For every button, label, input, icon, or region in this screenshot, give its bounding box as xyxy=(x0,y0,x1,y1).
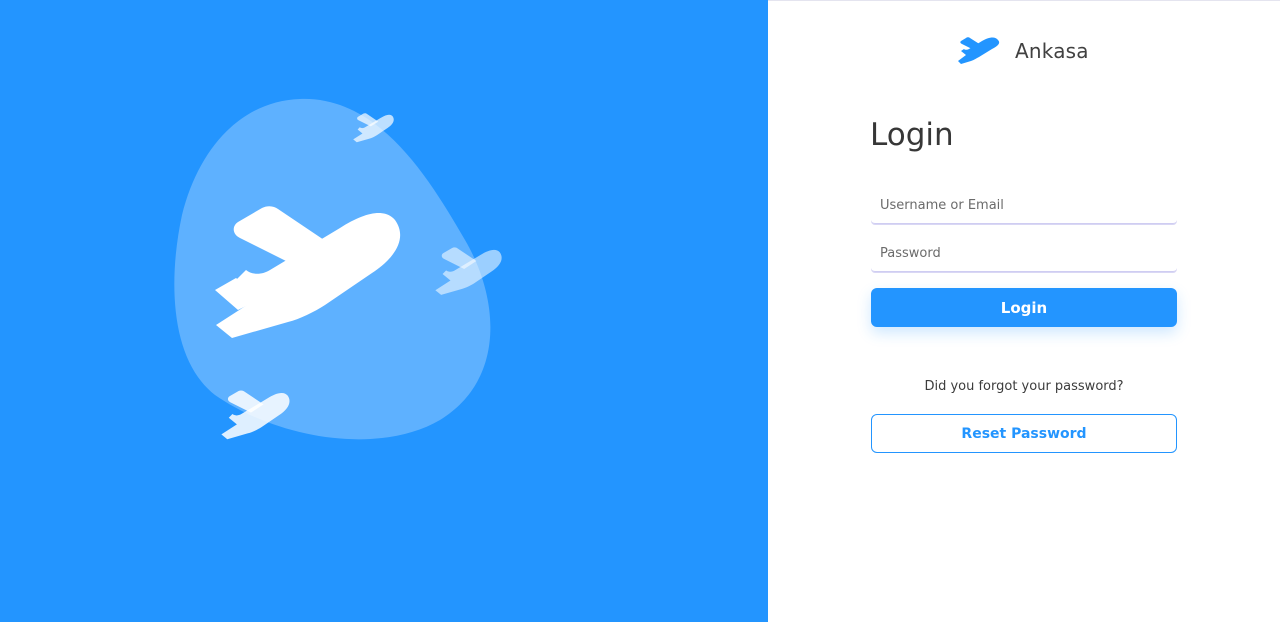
plane-icon xyxy=(958,37,1000,64)
brand-name: Ankasa xyxy=(1015,39,1089,63)
hero-artwork xyxy=(174,98,502,440)
login-page: Ankasa Login Login Did you forgot your p… xyxy=(0,0,1280,622)
brand: Ankasa xyxy=(957,35,1089,67)
login-button[interactable]: Login xyxy=(871,288,1177,327)
hero-illustration xyxy=(0,0,768,622)
password-input[interactable] xyxy=(871,236,1177,272)
forgot-password-text: Did you forgot your password? xyxy=(924,379,1124,394)
reset-password-button[interactable]: Reset Password xyxy=(871,414,1177,453)
login-panel: Ankasa Login Login Did you forgot your p… xyxy=(768,0,1280,622)
page-title: Login xyxy=(870,117,954,153)
username-input[interactable] xyxy=(871,188,1177,224)
